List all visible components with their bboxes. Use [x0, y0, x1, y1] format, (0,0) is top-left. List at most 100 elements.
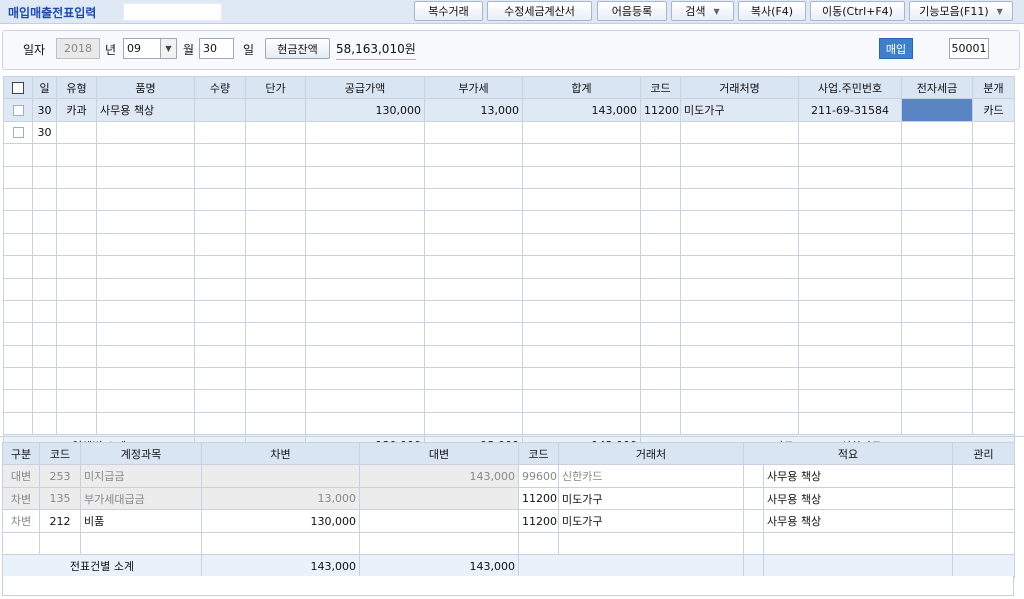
cell-price[interactable] — [245, 120, 306, 145]
cell-partner-code[interactable]: 99600 — [518, 464, 559, 488]
title-input-box — [123, 3, 222, 21]
empty-row[interactable] — [3, 367, 1015, 391]
voucher-code-field[interactable]: 50001 — [949, 38, 989, 59]
empty-row[interactable] — [3, 255, 1015, 279]
col-acct-code: 코드 — [39, 441, 81, 466]
multi-transaction-button[interactable]: 복수거래 — [414, 1, 483, 21]
col-partner: 거래처 — [558, 441, 744, 466]
bill-register-button[interactable]: 어음등록 — [597, 1, 667, 21]
cell-partner[interactable] — [680, 120, 799, 145]
cell-kind: 차변 — [2, 486, 40, 511]
section-divider — [0, 436, 1024, 437]
cell-etax[interactable] — [901, 98, 973, 122]
revise-invoice-button[interactable]: 수정세금계산서 — [487, 1, 592, 21]
copy-label: 복사(F4) — [750, 5, 794, 18]
cell-item[interactable] — [96, 120, 195, 145]
empty-row[interactable] — [3, 299, 1015, 324]
table-row[interactable]: 30 카과 사무용 책상 130,000 13,000 143,000 1120… — [3, 98, 1015, 122]
cell-memo[interactable]: 사무용 책상 — [763, 464, 953, 488]
cell-vat[interactable] — [424, 120, 523, 145]
cell-journal[interactable] — [972, 120, 1015, 145]
cell-manage[interactable] — [952, 486, 1015, 511]
cell-price[interactable] — [245, 98, 306, 122]
cell-credit — [359, 486, 519, 511]
purchase-mode-badge[interactable]: 매입 — [879, 38, 913, 59]
col-day: 일 — [32, 75, 57, 100]
cell-journal[interactable]: 카드 — [972, 98, 1015, 122]
cell-code[interactable] — [640, 120, 681, 145]
row-checkbox[interactable] — [12, 127, 24, 139]
col-debit: 차변 — [201, 441, 360, 466]
day-input[interactable]: 30 — [199, 38, 234, 59]
cell-memo[interactable]: 사무용 책상 — [763, 486, 953, 511]
functions-button[interactable]: 기능모음(F11) ▼ — [909, 1, 1013, 21]
cell-kind[interactable]: 차변 — [2, 509, 40, 533]
table-row[interactable]: 차변 135 부가세대급금 13,000 11200 미도가구 사무용 책상 — [2, 486, 1015, 511]
cell-account[interactable]: 비품 — [80, 509, 202, 533]
cell-debit[interactable]: 130,000 — [201, 509, 360, 533]
cell-bizno[interactable]: 211-69-31584 — [798, 98, 902, 122]
cell-qty[interactable] — [194, 98, 246, 122]
cell-code[interactable]: 11200 — [640, 98, 681, 122]
month-dropdown-arrow-icon[interactable]: ▼ — [160, 38, 177, 59]
cell-partner[interactable]: 미도가구 — [558, 486, 744, 511]
cell-manage[interactable] — [952, 509, 1015, 533]
cell-partner-code[interactable]: 11200 — [518, 509, 559, 533]
empty-row[interactable] — [3, 165, 1015, 189]
cell-item[interactable]: 사무용 책상 — [96, 98, 195, 122]
cell-debit — [201, 464, 360, 488]
row-checkbox-cell[interactable] — [3, 98, 33, 122]
cell-total[interactable]: 143,000 — [522, 98, 641, 122]
cell-vat[interactable]: 13,000 — [424, 98, 523, 122]
cell-acct-code[interactable]: 212 — [39, 509, 81, 533]
cell-credit[interactable] — [359, 509, 519, 533]
empty-row[interactable] — [3, 411, 1015, 436]
cell-manage[interactable] — [952, 464, 1015, 488]
cash-balance-button[interactable]: 현금잔액 — [265, 38, 330, 59]
cell-type[interactable]: 카과 — [56, 98, 97, 122]
cell-partner-code[interactable]: 11200 — [518, 486, 559, 511]
table-row[interactable]: 대변 253 미지급금 143,000 99600 신한카드 사무용 책상 — [2, 464, 1015, 488]
cell-total[interactable] — [522, 120, 641, 145]
cell-partner[interactable]: 미도가구 — [680, 98, 799, 122]
empty-row[interactable] — [3, 143, 1015, 167]
move-label: 이동(Ctrl+F4) — [822, 5, 893, 18]
month-select[interactable]: 09 — [123, 38, 161, 59]
cell-etax[interactable] — [901, 120, 973, 145]
cell-type[interactable] — [56, 120, 97, 145]
row-checkbox-cell[interactable] — [3, 120, 33, 145]
empty-row[interactable] — [2, 531, 1015, 556]
cell-memo[interactable]: 사무용 책상 — [763, 509, 953, 533]
empty-row[interactable] — [3, 187, 1015, 212]
cell-day[interactable]: 30 — [32, 120, 57, 145]
empty-row[interactable] — [3, 322, 1015, 346]
cell-partner[interactable]: 신한카드 — [558, 464, 744, 488]
date-label: 일자 — [23, 43, 46, 57]
empty-row[interactable] — [3, 389, 1015, 413]
cell-supply[interactable] — [305, 120, 425, 145]
cell-acct-code: 253 — [39, 464, 81, 488]
cell-supply[interactable]: 130,000 — [305, 98, 425, 122]
journal-footer-area — [2, 576, 1014, 596]
select-all-checkbox-header[interactable] — [3, 75, 33, 100]
empty-row[interactable] — [3, 210, 1015, 234]
empty-row[interactable] — [3, 232, 1015, 257]
col-account: 계정과목 — [80, 441, 202, 466]
table-row[interactable]: 30 — [3, 120, 1015, 145]
row-checkbox[interactable] — [12, 105, 24, 117]
col-qty: 수량 — [194, 75, 246, 100]
empty-row[interactable] — [3, 277, 1015, 301]
cell-day[interactable]: 30 — [32, 98, 57, 122]
col-credit: 대변 — [359, 441, 519, 466]
table-row[interactable]: 차변 212 비품 130,000 11200 미도가구 사무용 책상 — [2, 509, 1015, 533]
cell-bizno[interactable] — [798, 120, 902, 145]
chevron-down-icon: ▼ — [996, 6, 1003, 16]
search-button[interactable]: 검색 ▼ — [671, 1, 734, 21]
cell-qty[interactable] — [194, 120, 246, 145]
copy-button[interactable]: 복사(F4) — [738, 1, 806, 21]
select-all-checkbox[interactable] — [12, 82, 24, 95]
empty-row[interactable] — [3, 344, 1015, 369]
cell-partner[interactable]: 미도가구 — [558, 509, 744, 533]
move-button[interactable]: 이동(Ctrl+F4) — [810, 1, 905, 21]
sales-purchase-grid: 일 유형 품명 수량 단가 공급가액 부가세 합계 코드 거래처명 사업.주민번… — [3, 75, 1015, 458]
